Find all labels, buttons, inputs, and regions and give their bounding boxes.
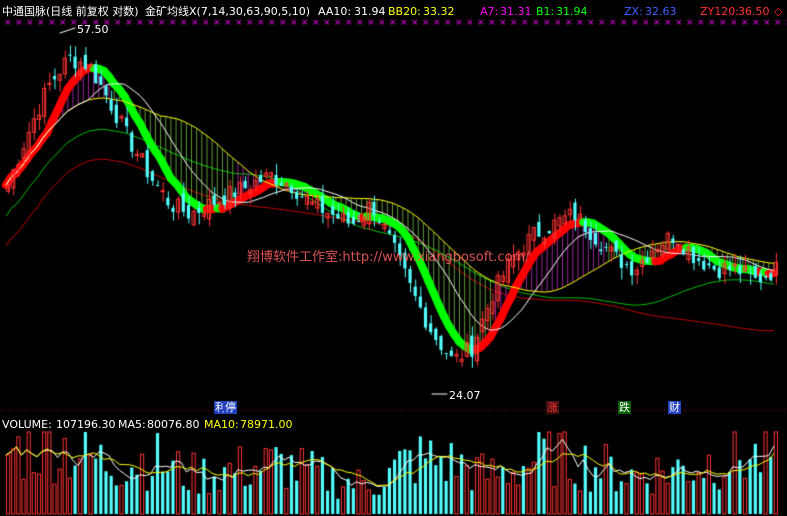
- ma5-value: 80076.80: [147, 418, 200, 431]
- low-price-label: 24.07: [449, 389, 481, 402]
- event-marker-cai[interactable]: 财: [668, 401, 681, 414]
- volume-label: VOLUME:: [2, 418, 52, 431]
- aa10-label: AA10:: [318, 5, 352, 18]
- watermark-text: 翔博软件工作室:http://www.xiangbosoft.com/: [247, 250, 530, 265]
- ma10-label: MA10:: [204, 418, 239, 431]
- high-price-label: 57.50: [77, 23, 109, 36]
- zx-value: 32.63: [645, 5, 677, 18]
- event-marker-die[interactable]: 跌: [618, 401, 631, 414]
- volume-value: 107196.30: [56, 418, 116, 431]
- zy120-value: 36.50: [738, 5, 770, 18]
- b1-value: 31.94: [556, 5, 588, 18]
- bb20-label: BB20:: [388, 5, 421, 18]
- ma10-value: 78971.00: [240, 418, 293, 431]
- b1-label: B1:: [536, 5, 555, 18]
- indicator-name: 金矿均线X(7,14,30,63,90,5,10): [145, 5, 311, 18]
- bb20-value: 33.32: [423, 5, 455, 18]
- zy120-label: ZY120:: [700, 5, 739, 18]
- scroll-diamond-icon[interactable]: ◇: [774, 5, 782, 18]
- a7-label: A7:: [480, 5, 499, 18]
- ma5-label: MA5:: [118, 418, 146, 431]
- aa10-value: 31.94: [354, 5, 386, 18]
- event-marker-ting[interactable]: 停: [224, 401, 237, 414]
- zx-label: ZX:: [624, 5, 643, 18]
- event-marker-zhang[interactable]: 涨: [546, 401, 559, 414]
- chart-title: 中通国脉(日线 前复权 对数): [2, 5, 139, 18]
- a7-value: 31.31: [500, 5, 532, 18]
